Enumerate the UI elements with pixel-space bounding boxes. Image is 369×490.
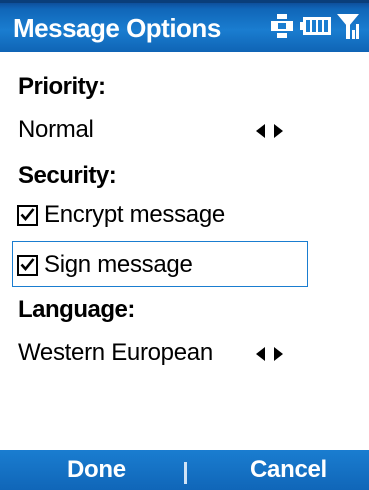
encrypt-message-option[interactable]: Encrypt message (17, 201, 225, 229)
cancel-softkey[interactable]: Cancel (250, 456, 327, 484)
sign-message-option[interactable]: Sign message (17, 251, 193, 279)
priority-label: Priority: (18, 73, 106, 100)
right-arrow-icon[interactable] (274, 124, 283, 138)
language-label: Language: (18, 296, 135, 323)
signal-icon[interactable] (337, 12, 359, 45)
sign-message-label: Sign message (44, 251, 193, 278)
connectivity-icon[interactable] (269, 13, 295, 44)
left-arrow-icon[interactable] (256, 124, 265, 138)
language-value[interactable]: Western European (18, 339, 213, 367)
right-arrow-icon[interactable] (274, 347, 283, 361)
window-title: Message Options (13, 13, 221, 43)
softkey-bar: Done Cancel (0, 450, 369, 490)
encrypt-message-label: Encrypt message (44, 201, 225, 228)
status-icons (269, 13, 359, 43)
priority-spinner[interactable] (256, 119, 283, 143)
left-arrow-icon[interactable] (256, 347, 265, 361)
done-softkey[interactable]: Done (67, 456, 126, 484)
sign-message-checkbox[interactable] (17, 254, 38, 276)
encrypt-message-checkbox[interactable] (17, 204, 38, 226)
language-spinner[interactable] (256, 342, 283, 366)
priority-value[interactable]: Normal (18, 116, 94, 144)
softkey-divider (184, 462, 187, 484)
battery-icon[interactable] (300, 16, 332, 41)
title-bar: Message Options (0, 0, 369, 52)
security-label: Security: (18, 162, 117, 189)
